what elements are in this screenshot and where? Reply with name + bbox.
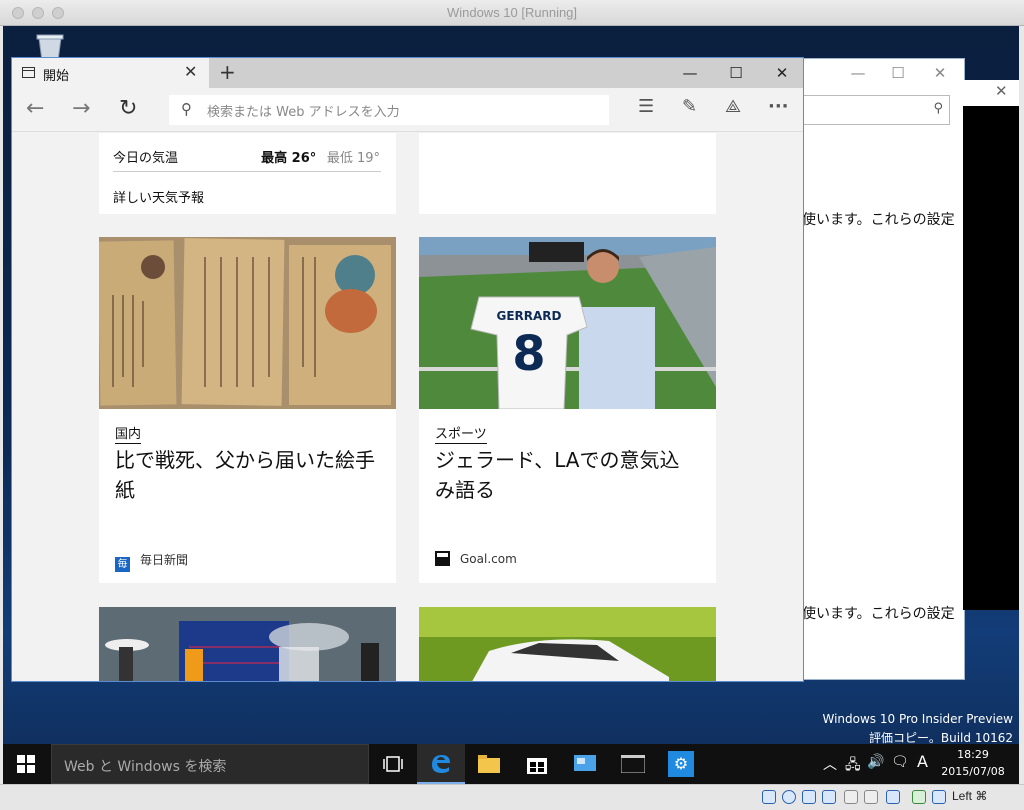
web-note-icon[interactable]: ✎ <box>682 96 697 117</box>
back-arrow-icon[interactable]: ← <box>26 96 44 121</box>
background-window-titlebar: — ☐ ✕ <box>794 59 964 87</box>
more-icon[interactable]: ··· <box>768 96 789 117</box>
settings-app-icon[interactable]: ⚙ <box>657 744 705 784</box>
search-icon: ⚲ <box>181 100 192 118</box>
bg-maximize-icon[interactable]: ☐ <box>878 59 918 87</box>
mainichi-logo-icon: 毎 <box>115 557 130 572</box>
chevron-up-icon[interactable]: ︿ <box>823 754 837 774</box>
tab-title: 開始 <box>43 69 70 84</box>
weather-low-value: 最低 19° <box>326 151 380 166</box>
optical-drive-icon[interactable] <box>762 790 776 804</box>
weather-forecast-link[interactable]: 詳しい天気予報 <box>113 187 204 206</box>
hard-disk-icon[interactable] <box>864 790 878 804</box>
background-window[interactable]: — ☐ ✕ ⚲ 使います。これらの設定 使います。これらの設定 <box>793 58 965 680</box>
jersey-name: GERRARD <box>496 309 561 323</box>
taskbar-clock[interactable]: 18:29 2015/07/08 <box>937 746 1009 780</box>
cpu-icon[interactable] <box>912 790 926 804</box>
weather-high: 最高 26° 最低 19° <box>261 147 380 166</box>
taskbar-search-placeholder: Web と Windows を検索 <box>64 759 227 775</box>
watermark-line-1: Windows 10 Pro Insider Preview <box>822 712 1013 726</box>
control-panel-icon[interactable] <box>561 744 609 784</box>
address-placeholder: 検索または Web アドレスを入力 <box>207 105 400 120</box>
news-source: Goal.com <box>435 551 517 566</box>
clock-time: 18:29 <box>957 748 989 761</box>
edge-browser-window[interactable]: 開始 ✕ + — ☐ ✕ ← → ↻ ⚲ 検索または Web アドレスを入力 ☰… <box>11 57 804 682</box>
background-search-box[interactable]: ⚲ <box>800 95 950 125</box>
background-panel-header: ✕ <box>963 80 1019 106</box>
usb-icon[interactable] <box>802 790 816 804</box>
new-tab-button[interactable]: + <box>219 60 236 84</box>
news-image-stock-board <box>99 607 396 681</box>
shared-folders-icon[interactable] <box>822 790 836 804</box>
clock-date: 2015/07/08 <box>941 765 1005 778</box>
navigation-bar: ← → ↻ ⚲ 検索または Web アドレスを入力 ☰ ✎ ⟁ ··· <box>12 88 803 132</box>
start-page-content: 今日の気温 最高 26° 最低 19° 詳しい天気予報 国内 比で戦死、父から届… <box>12 133 803 681</box>
store-icon[interactable] <box>513 744 561 784</box>
volume-icon[interactable]: 🔊 <box>867 754 884 770</box>
gear-icon: ⚙ <box>668 751 694 777</box>
search-icon: ⚲ <box>933 101 943 116</box>
bg-close-icon[interactable]: ✕ <box>920 59 960 87</box>
background-dark-panel <box>963 80 1019 610</box>
close-button[interactable]: ✕ <box>759 58 803 88</box>
refresh-icon[interactable]: ↻ <box>119 96 137 121</box>
tab-bar: 開始 ✕ + — ☐ ✕ <box>12 58 803 88</box>
panel-close-icon[interactable]: ✕ <box>995 82 1008 100</box>
news-card[interactable] <box>419 607 716 681</box>
network-icon[interactable]: 🖧 <box>845 754 861 778</box>
news-source-name: Goal.com <box>460 552 517 566</box>
bg-minimize-icon[interactable]: — <box>838 59 878 87</box>
audio-icon[interactable] <box>782 790 796 804</box>
news-card[interactable]: 国内 比で戦死、父から届いた絵手紙 毎毎日新聞 <box>99 237 396 583</box>
news-category[interactable]: スポーツ <box>435 423 487 444</box>
virtualbox-host-window: Windows 10 [Running] — ☐ ✕ ⚲ 使います。これらの設定… <box>0 0 1024 810</box>
share-icon[interactable]: ⟁ <box>725 96 741 117</box>
background-text-2: 使います。これらの設定 <box>802 606 955 622</box>
tab-start[interactable]: 開始 ✕ <box>12 58 209 88</box>
guest-desktop: — ☐ ✕ ⚲ 使います。これらの設定 使います。これらの設定 ✕ 開始 ✕ + <box>3 26 1019 784</box>
empty-card <box>419 133 716 214</box>
host-key-label: Left ⌘ <box>952 789 988 803</box>
virtualbox-status-bar: Left ⌘ <box>0 784 1024 810</box>
command-prompt-icon[interactable] <box>609 744 657 784</box>
hub-icon[interactable]: ☰ <box>638 96 654 117</box>
news-source-name: 毎日新聞 <box>140 553 189 567</box>
background-text-1: 使います。これらの設定 <box>802 212 955 228</box>
news-source: 毎毎日新聞 <box>115 551 188 572</box>
input-indicator[interactable]: A <box>917 752 928 771</box>
windows-start-icon[interactable] <box>17 755 35 773</box>
host-titlebar: Windows 10 [Running] <box>0 0 1024 26</box>
news-image-gerrard: GERRARD 8 <box>419 237 716 409</box>
divider <box>113 171 381 172</box>
news-image-letters <box>99 237 396 409</box>
taskbar: Web と Windows を検索 ⚙ ︿ 🖧 🔊 🗨 A 18:29 2015… <box>3 744 1019 784</box>
tab-close-icon[interactable]: ✕ <box>184 62 197 81</box>
edge-app-icon[interactable] <box>417 744 465 784</box>
network-adapter-icon[interactable] <box>886 790 900 804</box>
weather-high-value: 最高 26° <box>261 151 317 166</box>
taskbar-search-box[interactable]: Web と Windows を検索 <box>51 744 369 784</box>
task-view-icon[interactable] <box>369 744 417 784</box>
jersey-number: 8 <box>512 326 545 382</box>
weather-card[interactable]: 今日の気温 最高 26° 最低 19° 詳しい天気予報 <box>99 133 396 214</box>
weather-label: 今日の気温 <box>113 151 179 166</box>
news-image-car <box>419 607 716 681</box>
display-icon[interactable] <box>844 790 858 804</box>
address-bar[interactable]: ⚲ 検索または Web アドレスを入力 <box>169 95 609 125</box>
minimize-button[interactable]: — <box>667 58 713 88</box>
news-headline[interactable]: 比で戦死、父から届いた絵手紙 <box>115 445 375 505</box>
forward-arrow-icon[interactable]: → <box>72 96 90 121</box>
news-card[interactable]: GERRARD 8 スポーツ ジェラード、LAでの意気込み語る Goal.com <box>419 237 716 583</box>
page-icon <box>22 67 35 78</box>
news-category[interactable]: 国内 <box>115 423 142 444</box>
mouse-integration-icon[interactable] <box>932 790 946 804</box>
windows-watermark: Windows 10 Pro Insider Preview 評価コピー。Bui… <box>822 710 1013 748</box>
file-explorer-icon[interactable] <box>465 744 513 784</box>
maximize-button[interactable]: ☐ <box>713 58 759 88</box>
news-card[interactable] <box>99 607 396 681</box>
news-headline[interactable]: ジェラード、LAでの意気込み語る <box>435 445 695 505</box>
host-window-title: Windows 10 [Running] <box>446 5 578 20</box>
action-center-icon[interactable]: 🗨 <box>891 754 909 770</box>
goal-logo-icon <box>435 551 450 566</box>
